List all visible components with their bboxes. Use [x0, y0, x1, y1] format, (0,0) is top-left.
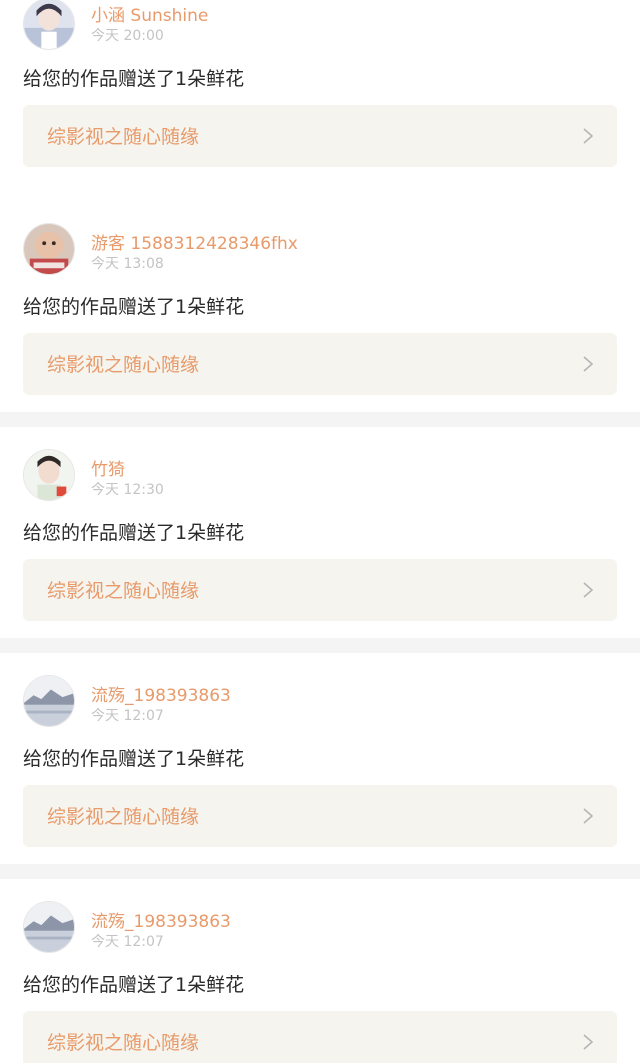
work-link[interactable]: 综影视之随心随缘 [23, 559, 617, 621]
work-link[interactable]: 综影视之随心随缘 [23, 333, 617, 395]
notification-message: 给您的作品赠送了1朵鲜花 [23, 68, 245, 90]
timestamp: 今天 12:07 [91, 708, 164, 724]
notification-message: 给您的作品赠送了1朵鲜花 [23, 296, 245, 318]
work-title: 综影视之随心随缘 [47, 580, 200, 602]
work-title: 综影视之随心随缘 [47, 806, 200, 828]
username[interactable]: 竹猗 [91, 455, 125, 480]
notification-message: 给您的作品赠送了1朵鲜花 [23, 974, 245, 996]
notification-card: 游客 1588312428346fhx 今天 13:08 给您的作品赠送了1朵鲜… [0, 201, 640, 412]
work-link[interactable]: 综影视之随心随缘 [23, 105, 617, 167]
notification-card: 流殇_198393863 今天 12:07 给您的作品赠送了1朵鲜花 综影视之随… [0, 879, 640, 1063]
chevron-right-icon [581, 581, 595, 599]
timestamp: 今天 20:00 [91, 28, 164, 44]
user-avatar[interactable] [23, 223, 75, 275]
username[interactable]: 流殇_198393863 [91, 681, 231, 706]
notification-message: 给您的作品赠送了1朵鲜花 [23, 748, 245, 770]
work-link[interactable]: 综影视之随心随缘 [23, 1011, 617, 1063]
user-avatar[interactable] [23, 449, 75, 501]
timestamp: 今天 12:07 [91, 934, 164, 950]
work-title: 综影视之随心随缘 [47, 354, 200, 376]
user-avatar[interactable] [23, 0, 75, 50]
username[interactable]: 游客 1588312428346fhx [91, 229, 298, 254]
work-title: 综影视之随心随缘 [47, 1032, 200, 1054]
chevron-right-icon [581, 355, 595, 373]
user-avatar[interactable] [23, 901, 75, 953]
username[interactable]: 流殇_198393863 [91, 907, 231, 932]
chevron-right-icon [581, 807, 595, 825]
chevron-right-icon [581, 1033, 595, 1051]
user-avatar[interactable] [23, 675, 75, 727]
work-link[interactable]: 综影视之随心随缘 [23, 785, 617, 847]
username[interactable]: 小涵 Sunshine [91, 1, 208, 26]
timestamp: 今天 12:30 [91, 482, 164, 498]
notification-feed: 小涵 Sunshine 今天 20:00 给您的作品赠送了1朵鲜花 综影视之随心… [0, 0, 640, 1063]
notification-card: 竹猗 今天 12:30 给您的作品赠送了1朵鲜花 综影视之随心随缘 [0, 427, 640, 638]
notification-message: 给您的作品赠送了1朵鲜花 [23, 522, 245, 544]
timestamp: 今天 13:08 [91, 256, 164, 272]
notification-card: 小涵 Sunshine 今天 20:00 给您的作品赠送了1朵鲜花 综影视之随心… [0, 0, 640, 209]
chevron-right-icon [581, 127, 595, 145]
notification-card: 流殇_198393863 今天 12:07 给您的作品赠送了1朵鲜花 综影视之随… [0, 653, 640, 864]
work-title: 综影视之随心随缘 [47, 126, 200, 148]
